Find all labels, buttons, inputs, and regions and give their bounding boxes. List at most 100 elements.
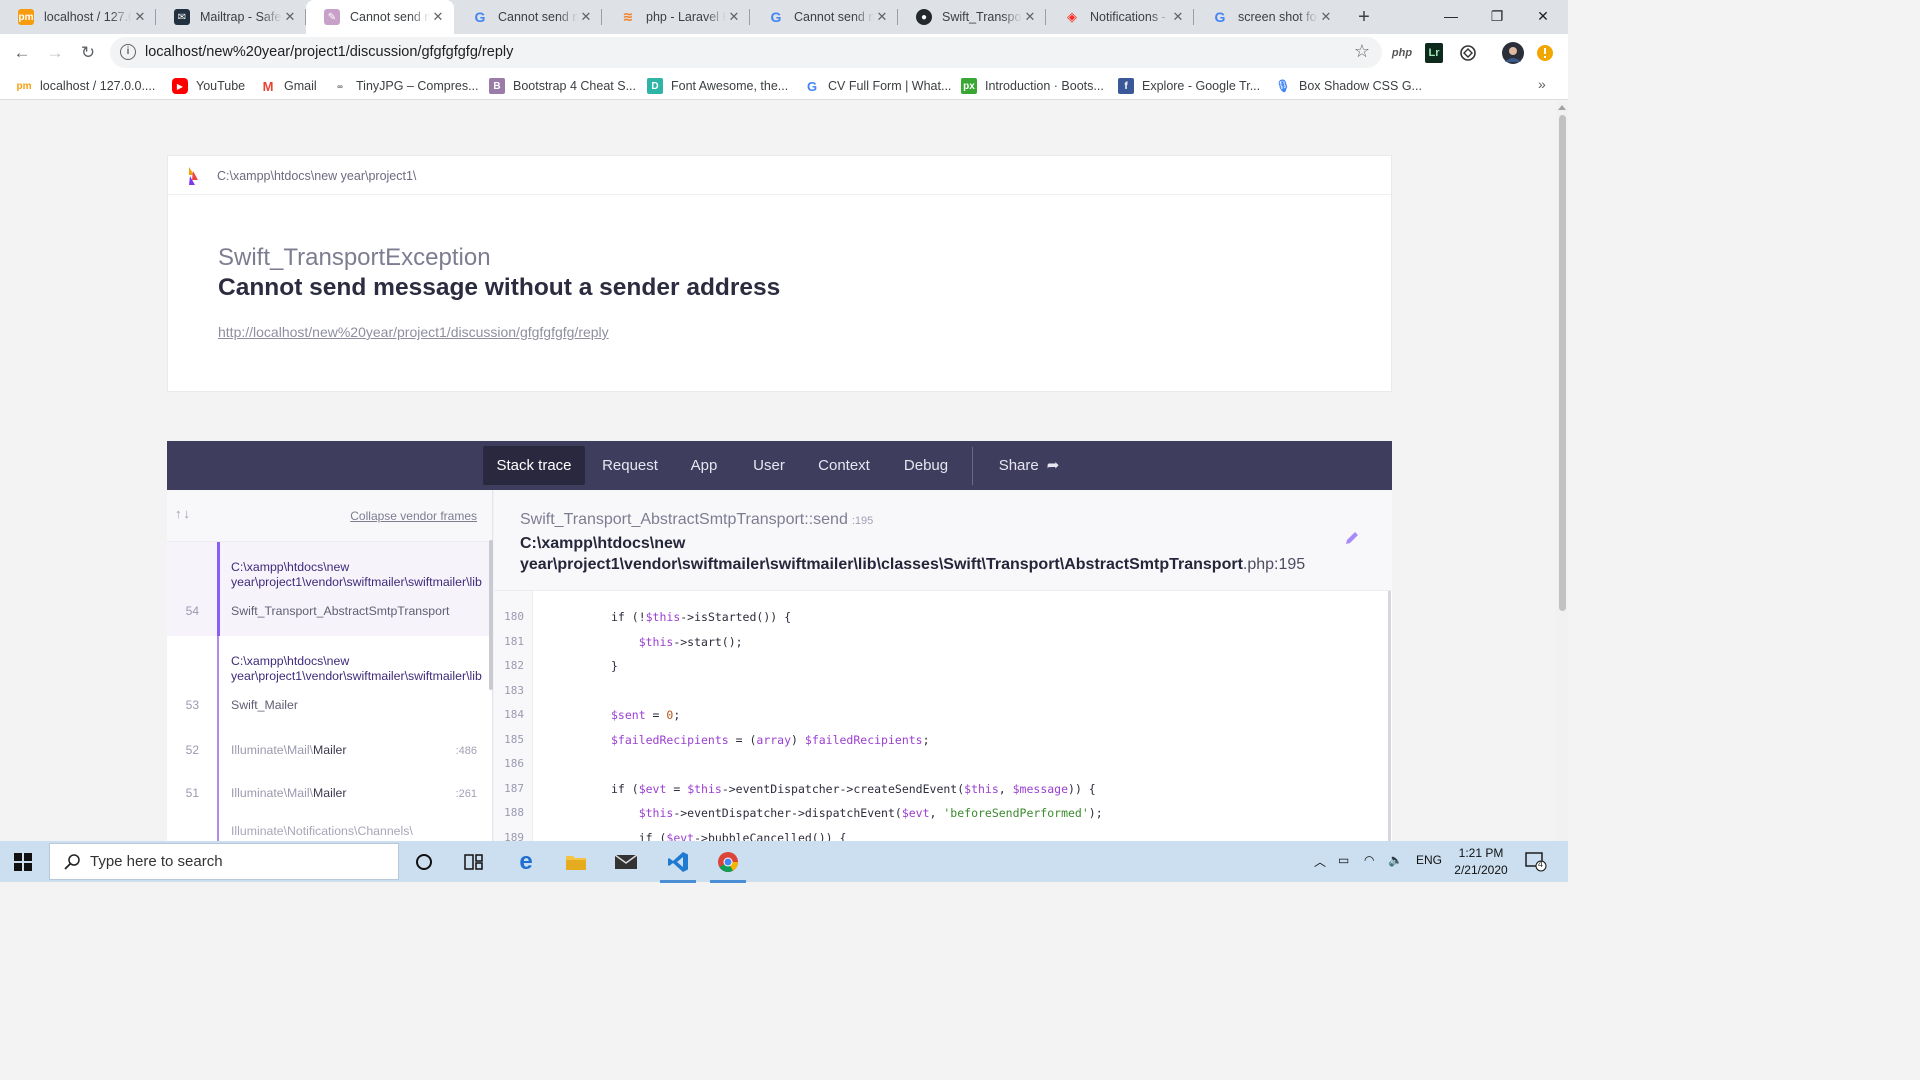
bookmark-label: Box Shadow CSS G... <box>1299 79 1422 93</box>
extension-icon[interactable] <box>1458 43 1478 63</box>
bookmark-item[interactable]: pm localhost / 127.0.0.... <box>16 77 156 95</box>
bookmark-item[interactable]: 🎙 Box Shadow CSS G... <box>1275 77 1422 95</box>
browser-tab-strip: pm localhost / 127.0.0.1 ✕ ✉ Mailtrap - … <box>0 0 1568 34</box>
browser-tab[interactable]: ◈ Notifications - Laravel ✕ <box>1046 0 1194 34</box>
request-url-link[interactable]: http://localhost/new%20year/project1/dis… <box>218 324 609 340</box>
edge-browser-icon[interactable]: e <box>504 845 548 879</box>
bookmark-item[interactable]: ▶ YouTube <box>172 77 245 95</box>
frame-method-line: :195 <box>851 515 874 527</box>
windows-start-icon[interactable] <box>14 853 32 871</box>
stack-frame[interactable]: 51 Illuminate\Mail\Mailer :261 <box>167 773 489 815</box>
bookmark-item[interactable]: px Introduction · Boots... <box>961 77 1104 95</box>
update-alert-icon[interactable] <box>1536 43 1554 63</box>
vscode-icon[interactable] <box>656 845 700 883</box>
more-bookmarks-icon[interactable]: » <box>1538 76 1546 92</box>
browser-tab[interactable]: ● Swift_TransportException ✕ <box>898 0 1046 34</box>
frame-file-path: C:\xampp\htdocs\new year\project1\vendor… <box>520 533 1320 575</box>
close-tab-icon[interactable]: ✕ <box>874 9 890 25</box>
site-info-icon[interactable]: i <box>120 44 136 60</box>
show-hidden-icons[interactable]: ︿ <box>1314 853 1326 870</box>
page-scrollbar[interactable] <box>1556 101 1568 841</box>
notifications-icon[interactable]: 4 <box>1520 845 1552 879</box>
browser-tab[interactable]: G Cannot send message without a sender ✕ <box>750 0 898 34</box>
tab-user[interactable]: User <box>745 446 793 485</box>
tab-stack-trace[interactable]: Stack trace <box>483 446 585 485</box>
input-language[interactable]: ENG <box>1416 853 1442 867</box>
bookmarks-bar: pm localhost / 127.0.0.... ▶ YouTube M Gmai… <box>0 72 1568 100</box>
tab-share[interactable]: Share ➦ <box>989 446 1069 485</box>
close-window-button[interactable]: ✕ <box>1520 0 1566 32</box>
stack-scrollbar[interactable] <box>489 540 493 690</box>
edit-pencil-icon[interactable] <box>1344 530 1360 546</box>
tab-title: Swift_TransportException <box>942 10 1022 24</box>
browser-tab[interactable]: ✉ Mailtrap - Safe Email Testing ✕ <box>156 0 306 34</box>
close-tab-icon[interactable]: ✕ <box>1318 9 1334 25</box>
tab-request[interactable]: Request <box>593 446 667 485</box>
tab-context[interactable]: Context <box>811 446 877 485</box>
task-view-icon[interactable] <box>452 845 496 879</box>
scroll-up-icon[interactable] <box>1558 105 1566 110</box>
browser-tab[interactable]: pm localhost / 127.0.0.1 ✕ <box>0 0 156 34</box>
gmail-icon: M <box>262 78 274 94</box>
code-line: 187 if ($evt = $this->eventDispatcher->cr… <box>494 777 1392 801</box>
collapse-vendor-frames-link[interactable]: Collapse vendor frames <box>350 509 477 523</box>
code-line: 183 <box>494 679 1392 703</box>
close-tab-icon[interactable]: ✕ <box>726 9 742 25</box>
code-line: 181 $this->start(); <box>494 630 1392 654</box>
browser-tab[interactable]: G Cannot send message without a sender a… <box>454 0 602 34</box>
bookmark-item[interactable]: B Bootstrap 4 Cheat S... <box>489 77 636 95</box>
tab-debug[interactable]: Debug <box>895 446 957 485</box>
close-tab-icon[interactable]: ✕ <box>430 9 446 25</box>
code-line-text: $this->eventDispatcher->dispatchEvent($e… <box>638 806 1103 820</box>
bookmark-item[interactable]: M Gmail <box>260 77 317 95</box>
notification-count: 4 <box>1538 859 1544 869</box>
close-tab-icon[interactable]: ✕ <box>282 9 298 25</box>
tab-app[interactable]: App <box>681 446 727 485</box>
restore-window-button[interactable]: ❐ <box>1474 0 1520 32</box>
scrollbar-thumb[interactable] <box>1559 115 1566 611</box>
back-button[interactable]: ← <box>9 40 35 66</box>
code-line-number: 180 <box>504 610 524 623</box>
close-tab-icon[interactable]: ✕ <box>1022 9 1038 25</box>
mail-app-icon[interactable] <box>604 845 648 879</box>
stack-frame[interactable]: C:\xampp\htdocs\new year\project1\vendor… <box>167 636 489 730</box>
browser-tab[interactable]: ≋ php - Laravel How to send ✕ <box>602 0 750 34</box>
code-scrollbar[interactable] <box>1388 591 1391 841</box>
bookmark-label: Bootstrap 4 Cheat S... <box>513 79 636 93</box>
bookmark-item[interactable]: f Explore - Google Tr... <box>1118 77 1260 95</box>
frame-navigation-icon[interactable]: ↑↓ <box>175 506 192 521</box>
cortana-icon[interactable] <box>402 845 446 879</box>
taskbar-clock[interactable]: 1:21 PM 2/21/2020 <box>1448 845 1514 879</box>
close-tab-icon[interactable]: ✕ <box>132 9 148 25</box>
minimize-window-button[interactable]: — <box>1428 0 1474 32</box>
frame-line: :486 <box>455 745 477 757</box>
google-icon: G <box>1214 9 1226 25</box>
close-tab-icon[interactable]: ✕ <box>1170 9 1186 25</box>
file-explorer-icon[interactable] <box>554 845 598 879</box>
volume-icon[interactable]: 🔈 <box>1388 853 1403 867</box>
forward-button[interactable]: → <box>42 40 68 66</box>
address-bar-url[interactable]: localhost/new%20year/project1/discussion… <box>145 44 513 60</box>
bookmark-item[interactable]: G CV Full Form | What... <box>804 77 951 95</box>
profile-avatar[interactable] <box>1502 42 1524 64</box>
new-tab-button[interactable]: + <box>1352 5 1376 29</box>
lr-extension-icon[interactable]: Lr <box>1425 43 1443 63</box>
chrome-icon[interactable] <box>706 845 750 883</box>
reload-button[interactable]: ↻ <box>75 40 101 66</box>
taskbar-search-box[interactable]: Type here to search <box>49 843 399 880</box>
battery-icon[interactable]: ▭ <box>1338 853 1349 867</box>
stack-frame[interactable]: 52 Illuminate\Mail\Mailer :486 <box>167 730 489 773</box>
php-extension-icon[interactable]: php <box>1390 43 1414 63</box>
bookmark-item[interactable]: ∞ TinyJPG – Compres... <box>332 77 478 95</box>
address-bar[interactable]: i localhost/new%20year/project1/discussi… <box>110 37 1382 68</box>
stack-frame-selected[interactable]: C:\xampp\htdocs\new year\project1\vendor… <box>167 542 489 636</box>
wifi-icon[interactable]: ◠ <box>1364 853 1374 867</box>
browser-tab-active[interactable]: ✎ Cannot send message without a sender a… <box>306 0 454 34</box>
code-line-text: if ($evt->bubbleCancelled()) { <box>611 830 847 842</box>
bookmark-item[interactable]: D Font Awesome, the... <box>647 77 788 95</box>
browser-tab[interactable]: G screen shot for windows ✕ <box>1194 0 1342 34</box>
stack-frame[interactable]: Illuminate\Notifications\Channels\ <box>167 815 489 841</box>
bookmark-star-icon[interactable]: ☆ <box>1354 41 1370 62</box>
google-icon: G <box>806 78 818 94</box>
close-tab-icon[interactable]: ✕ <box>578 9 594 25</box>
